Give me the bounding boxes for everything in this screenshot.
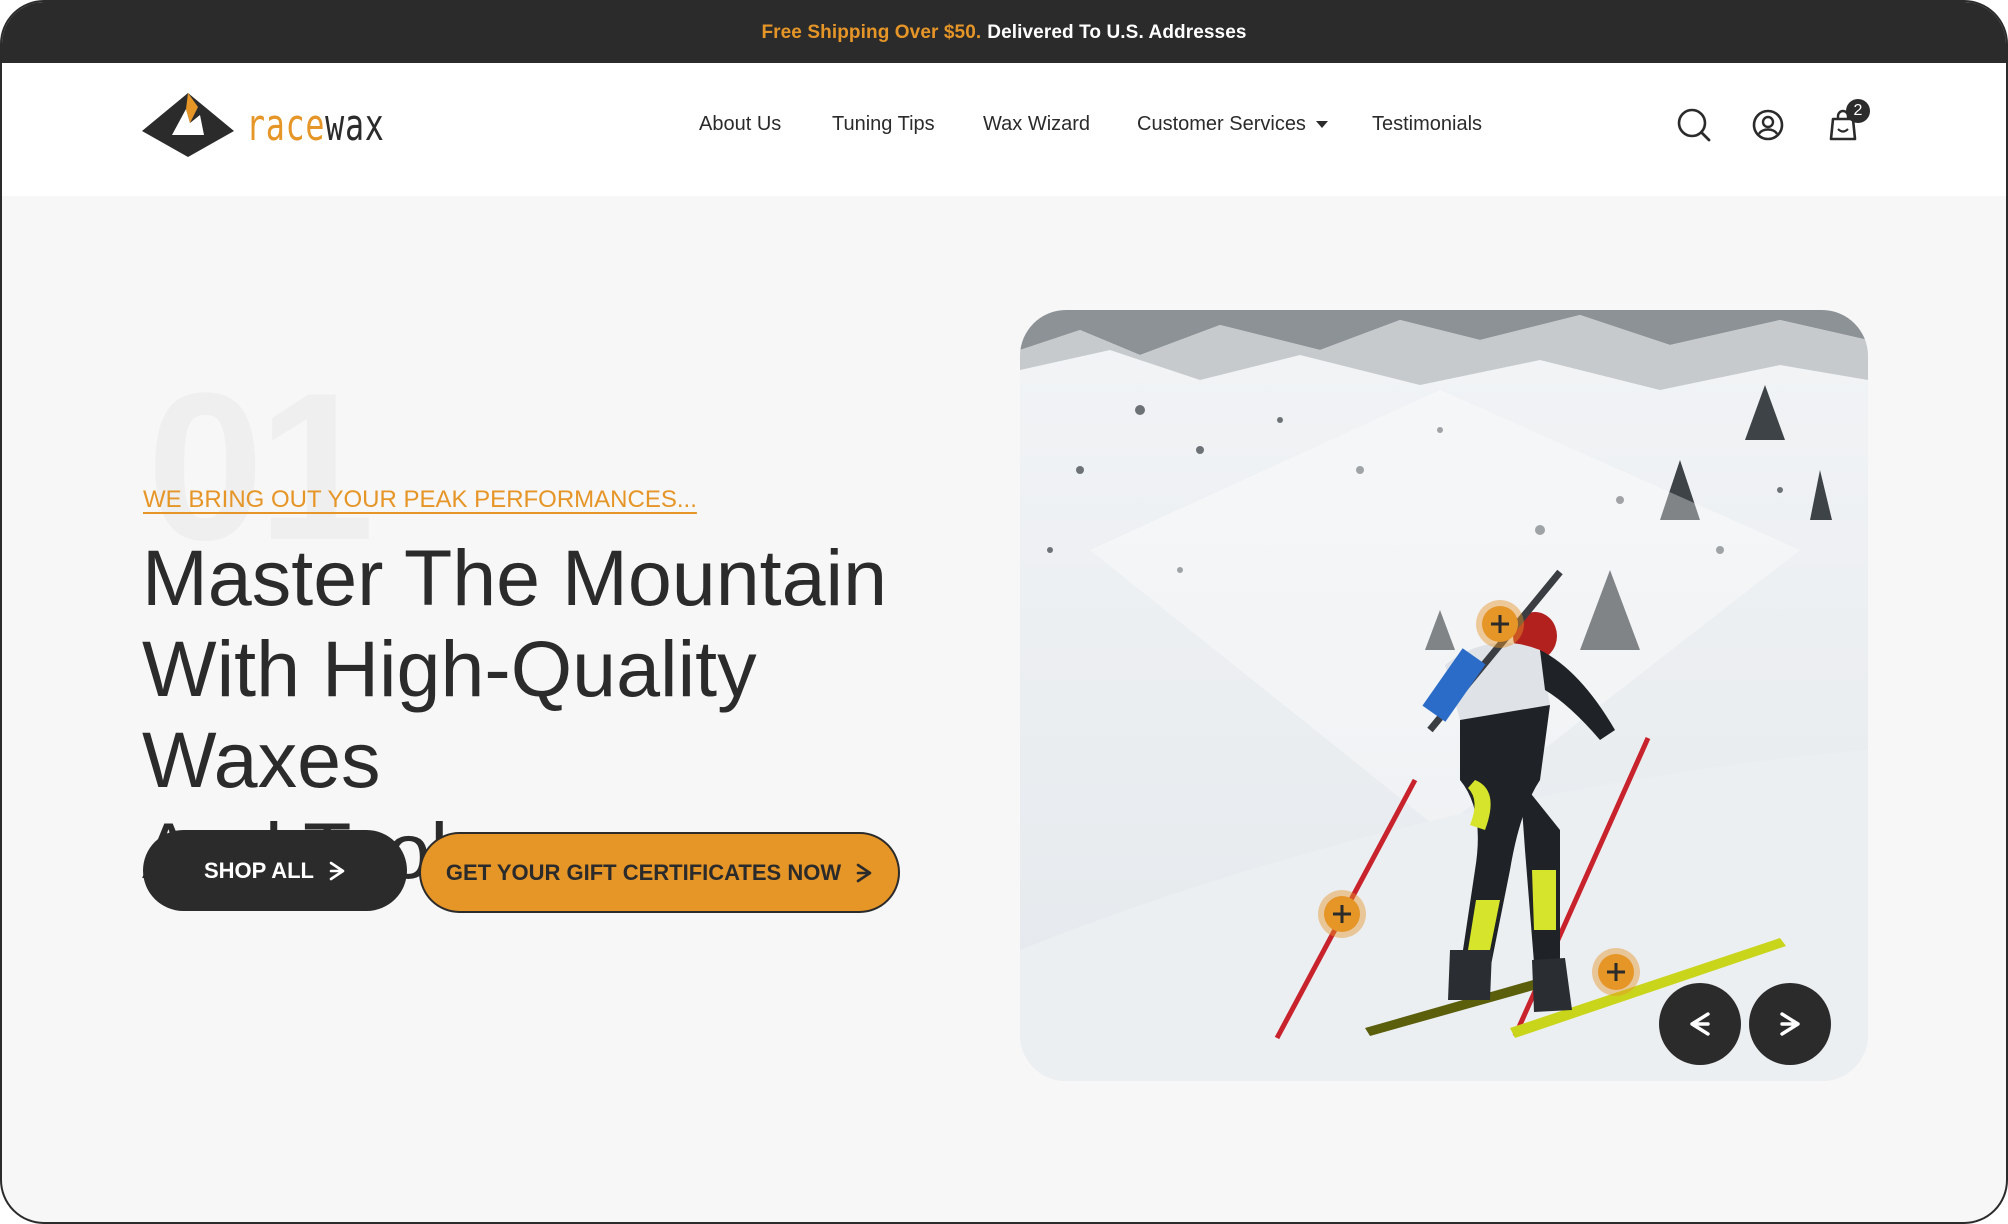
nav-label: Customer Services bbox=[1137, 113, 1306, 135]
nav-item-about-us[interactable]: About Us bbox=[699, 113, 781, 136]
nav-item-testimonials[interactable]: Testimonials bbox=[1372, 113, 1482, 136]
announcement-accent: Free Shipping Over $50. bbox=[761, 21, 982, 43]
nav-label: About Us bbox=[699, 113, 782, 135]
user-icon[interactable] bbox=[1750, 107, 1786, 143]
product-hotspot[interactable] bbox=[1476, 600, 1524, 648]
gift-certificates-label: Get Your Gift Certificates Now bbox=[445, 859, 842, 885]
gift-certificates-button[interactable]: Get Your Gift Certificates Now bbox=[419, 832, 900, 913]
hero-headline-line: With High-Quality Waxes bbox=[142, 624, 757, 804]
chevron-right-icon bbox=[328, 861, 346, 881]
skier-illustration bbox=[1020, 310, 1868, 1081]
shop-all-label: Shop All bbox=[203, 857, 314, 883]
cart-count-badge: 2 bbox=[1846, 99, 1870, 123]
product-hotspot[interactable] bbox=[1318, 890, 1366, 938]
nav-label: Wax Wizard bbox=[983, 113, 1091, 135]
site-header: race wax About Us Tuning Tips Wax Wizard … bbox=[2, 63, 2006, 196]
hero-image bbox=[1020, 310, 1868, 1081]
chevron-right-icon bbox=[1780, 1012, 1800, 1036]
nav-item-customer-services[interactable]: Customer Services bbox=[1137, 113, 1328, 136]
nav-label: Testimonials bbox=[1372, 113, 1483, 135]
carousel-prev-button[interactable] bbox=[1659, 983, 1741, 1065]
search-icon[interactable] bbox=[1676, 107, 1712, 143]
nav-item-tuning-tips[interactable]: Tuning Tips bbox=[832, 113, 935, 136]
browser-frame: Free Shipping Over $50. Delivered To U.S… bbox=[0, 0, 2008, 1224]
plus-icon bbox=[1607, 963, 1625, 981]
plus-icon bbox=[1491, 615, 1509, 633]
announcement-text: Delivered To U.S. Addresses bbox=[987, 21, 1247, 43]
product-hotspot[interactable] bbox=[1592, 948, 1640, 996]
chevron-right-icon bbox=[855, 863, 873, 883]
nav-item-wax-wizard[interactable]: Wax Wizard bbox=[983, 113, 1090, 136]
hero-headline-line: Master The Mountain bbox=[142, 533, 888, 622]
chevron-left-icon bbox=[1690, 1012, 1710, 1036]
hero-kicker: We bring out your peak performances... bbox=[143, 486, 697, 513]
plus-icon bbox=[1333, 905, 1351, 923]
nav-label: Tuning Tips bbox=[832, 113, 935, 135]
announcement-bar: Free Shipping Over $50. Delivered To U.S… bbox=[2, 2, 2006, 63]
shop-all-button[interactable]: Shop All bbox=[143, 830, 407, 911]
carousel-next-button[interactable] bbox=[1749, 983, 1831, 1065]
caret-down-icon bbox=[1315, 121, 1328, 128]
